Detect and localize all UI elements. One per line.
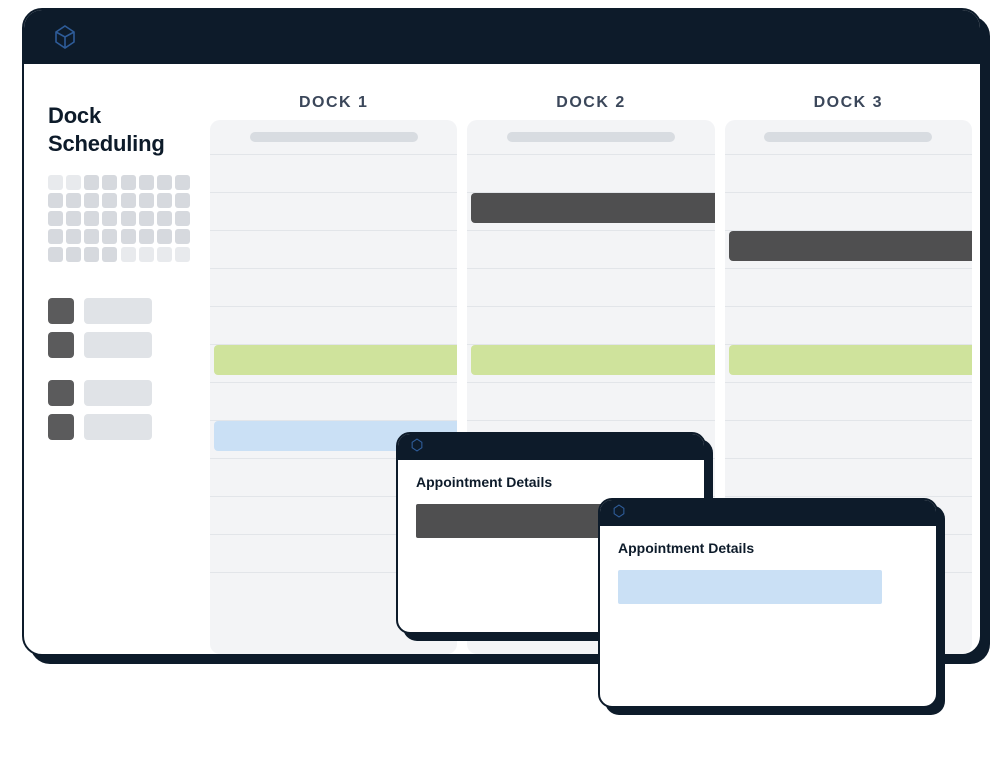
calendar-day[interactable]: [175, 211, 190, 226]
page-title: Dock Scheduling: [48, 102, 190, 157]
calendar-day[interactable]: [48, 247, 63, 262]
legend-item[interactable]: [48, 298, 190, 324]
calendar-day[interactable]: [175, 175, 190, 190]
calendar-day[interactable]: [48, 175, 63, 190]
calendar-day[interactable]: [66, 193, 81, 208]
calendar-day[interactable]: [48, 229, 63, 244]
calendar-day[interactable]: [102, 229, 117, 244]
popup-title: Appointment Details: [618, 540, 918, 556]
logo-icon: [52, 24, 78, 50]
dock-header: DOCK 2: [467, 94, 714, 112]
legend-label-placeholder: [84, 332, 152, 358]
calendar-day[interactable]: [121, 175, 136, 190]
calendar-mini[interactable]: [48, 175, 190, 262]
calendar-day[interactable]: [66, 229, 81, 244]
dock-subheader-placeholder: [507, 132, 675, 142]
main-titlebar: [24, 10, 980, 64]
legend-label-placeholder: [84, 414, 152, 440]
calendar-day[interactable]: [139, 193, 154, 208]
calendar-day[interactable]: [66, 175, 81, 190]
calendar-day[interactable]: [139, 247, 154, 262]
calendar-day[interactable]: [175, 247, 190, 262]
sidebar: Dock Scheduling: [24, 64, 210, 654]
calendar-day[interactable]: [102, 211, 117, 226]
legend-label-placeholder: [84, 380, 152, 406]
calendar-day[interactable]: [102, 193, 117, 208]
calendar-day[interactable]: [157, 247, 172, 262]
calendar-day[interactable]: [175, 193, 190, 208]
calendar-day[interactable]: [84, 175, 99, 190]
calendar-day[interactable]: [157, 229, 172, 244]
logo-icon: [410, 438, 424, 457]
calendar-day[interactable]: [102, 175, 117, 190]
calendar-day[interactable]: [175, 229, 190, 244]
calendar-day[interactable]: [102, 247, 117, 262]
calendar-day[interactable]: [84, 247, 99, 262]
calendar-day[interactable]: [84, 211, 99, 226]
legend-label-placeholder: [84, 298, 152, 324]
popup-title: Appointment Details: [416, 474, 686, 490]
calendar-day[interactable]: [48, 211, 63, 226]
dock-header: DOCK 3: [725, 94, 972, 112]
dock-subheader-placeholder: [764, 132, 932, 142]
appointment-event[interactable]: [471, 345, 714, 375]
calendar-day[interactable]: [66, 211, 81, 226]
calendar-day[interactable]: [139, 175, 154, 190]
appointment-event[interactable]: [214, 345, 457, 375]
legend-group-2: [48, 380, 190, 440]
legend-swatch-icon: [48, 414, 74, 440]
calendar-day[interactable]: [84, 229, 99, 244]
appointment-event[interactable]: [729, 345, 972, 375]
calendar-day[interactable]: [139, 211, 154, 226]
legend-swatch-icon: [48, 332, 74, 358]
calendar-day[interactable]: [121, 193, 136, 208]
dock-header: DOCK 1: [210, 94, 457, 112]
legend-item[interactable]: [48, 380, 190, 406]
calendar-day[interactable]: [121, 247, 136, 262]
appointment-details-popup-2[interactable]: Appointment Details: [598, 498, 938, 708]
calendar-day[interactable]: [84, 193, 99, 208]
calendar-day[interactable]: [157, 175, 172, 190]
calendar-day[interactable]: [66, 247, 81, 262]
calendar-day[interactable]: [157, 211, 172, 226]
logo-icon: [612, 504, 626, 523]
legend-item[interactable]: [48, 414, 190, 440]
popup-titlebar[interactable]: [600, 500, 936, 526]
legend-swatch-icon: [48, 298, 74, 324]
calendar-day[interactable]: [157, 193, 172, 208]
legend-swatch-icon: [48, 380, 74, 406]
appointment-event[interactable]: [471, 193, 714, 223]
appointment-event[interactable]: [729, 231, 972, 261]
legend-group-1: [48, 298, 190, 358]
calendar-day[interactable]: [121, 229, 136, 244]
calendar-day[interactable]: [121, 211, 136, 226]
dock-subheader-placeholder: [250, 132, 418, 142]
calendar-day[interactable]: [139, 229, 154, 244]
legend-item[interactable]: [48, 332, 190, 358]
popup-titlebar[interactable]: [398, 434, 704, 460]
appointment-detail-bar: [618, 570, 882, 604]
calendar-day[interactable]: [48, 193, 63, 208]
